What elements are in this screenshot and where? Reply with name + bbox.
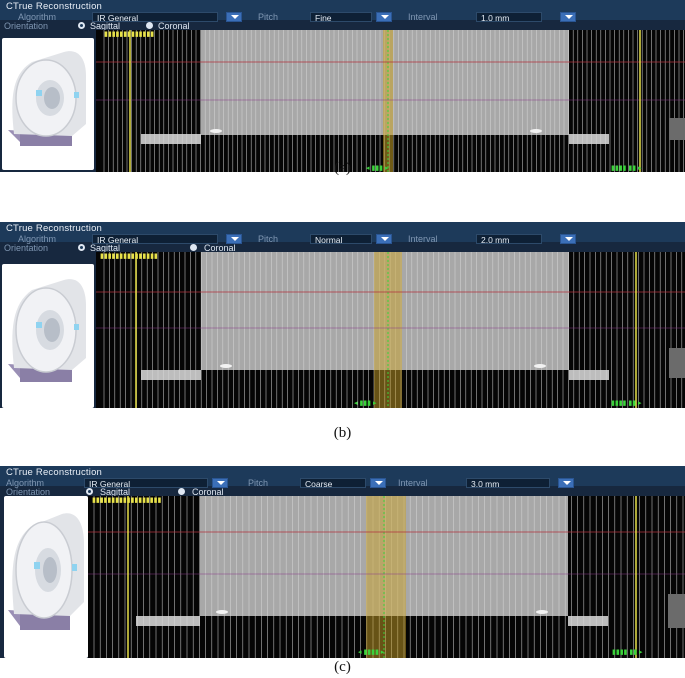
chevron-down-icon[interactable] bbox=[376, 234, 392, 244]
interval-label: Interval bbox=[398, 478, 428, 488]
interval-select[interactable]: 1.0 mm bbox=[476, 12, 542, 23]
caption-b: (b) bbox=[333, 425, 352, 441]
svg-text:▮▮▮▮▮▮▮▮▮▮▮▮▮: ▮▮▮▮▮▮▮▮▮▮▮▮▮ bbox=[104, 31, 154, 38]
chevron-down-icon[interactable] bbox=[370, 478, 386, 488]
pitch-select[interactable]: Coarse bbox=[300, 478, 366, 489]
sagittal-view[interactable]: ▮▮▮▮▮▮▮▮▮▮▮▮▮▮▮ ◂ ▮▮▮ ▸ ▮▮▮▮ ▮▮ ▸ bbox=[96, 252, 685, 408]
svg-text:▮▮▮▮▮▮▮▮▮▮▮▮▮▮▮▮▮▮: ▮▮▮▮▮▮▮▮▮▮▮▮▮▮▮▮▮▮ bbox=[92, 497, 161, 504]
sagittal-radio[interactable] bbox=[78, 22, 85, 29]
chevron-down-icon[interactable] bbox=[558, 478, 574, 488]
interval-value: 1.0 mm bbox=[481, 13, 510, 23]
interval-value: 2.0 mm bbox=[481, 235, 510, 245]
pitch-select[interactable]: Normal bbox=[310, 234, 372, 245]
pitch-select[interactable]: Fine bbox=[310, 12, 372, 23]
coronal-radio[interactable] bbox=[178, 488, 185, 495]
ct-gantry-icon bbox=[2, 264, 94, 408]
panel-title: CTrue Reconstruction bbox=[6, 1, 103, 12]
caption-a: (a) bbox=[334, 160, 351, 176]
panel-title: CTrue Reconstruction bbox=[6, 223, 103, 234]
pitch-label: Pitch bbox=[258, 234, 279, 244]
chevron-down-icon[interactable] bbox=[560, 12, 576, 22]
pitch-label: Pitch bbox=[248, 478, 269, 488]
svg-text:▮▮▮▮ ▮▮ ▸: ▮▮▮▮ ▮▮ ▸ bbox=[612, 649, 643, 656]
sagittal-radio[interactable] bbox=[86, 488, 93, 495]
pitch-value: Fine bbox=[315, 13, 332, 23]
orientation-label: Orientation bbox=[4, 21, 49, 31]
pitch-value: Normal bbox=[315, 235, 343, 245]
caption-c: (c) bbox=[334, 659, 351, 675]
chevron-down-icon[interactable] bbox=[560, 234, 576, 244]
pitch-value: Coarse bbox=[305, 479, 333, 489]
interval-label: Interval bbox=[408, 234, 438, 244]
svg-text:▮▮▮▮▮▮▮▮▮▮▮▮▮▮▮: ▮▮▮▮▮▮▮▮▮▮▮▮▮▮▮ bbox=[100, 253, 158, 260]
interval-value: 3.0 mm bbox=[471, 479, 500, 489]
chevron-down-icon[interactable] bbox=[226, 12, 242, 22]
ct-gantry-icon bbox=[2, 38, 94, 170]
interval-label: Interval bbox=[408, 12, 438, 22]
ct-gantry-icon bbox=[4, 496, 88, 658]
reconstruction-panel-b: CTrue Reconstruction Algorithm IR Genera… bbox=[0, 222, 685, 408]
sagittal-view[interactable]: ▮▮▮▮▮▮▮▮▮▮▮▮▮ ◂ ▮▮▮ ▸ ▮▮▮▮ ▮▮ ▸ bbox=[96, 30, 685, 172]
chevron-down-icon[interactable] bbox=[376, 12, 392, 22]
sagittal-view[interactable]: ▮▮▮▮▮▮▮▮▮▮▮▮▮▮▮▮▮▮ ◂ ▮▮▮▮ ▸ ▮▮▮▮ ▮▮ ▸ bbox=[88, 496, 685, 658]
panel-title: CTrue Reconstruction bbox=[6, 467, 103, 478]
sagittal-radio[interactable] bbox=[78, 244, 85, 251]
interval-select[interactable]: 3.0 mm bbox=[466, 478, 550, 489]
orientation-label: Orientation bbox=[4, 243, 49, 253]
svg-text:▮▮▮▮ ▮▮ ▸: ▮▮▮▮ ▮▮ ▸ bbox=[611, 400, 642, 407]
slice-plot-b: ▮▮▮▮▮▮▮▮▮▮▮▮▮▮▮ ◂ ▮▮▮ ▸ ▮▮▮▮ ▮▮ ▸ bbox=[96, 252, 685, 408]
svg-text:◂ ▮▮▮ ▸: ◂ ▮▮▮ ▸ bbox=[354, 400, 377, 407]
interval-select[interactable]: 2.0 mm bbox=[476, 234, 542, 245]
reconstruction-panel-a: CTrue Reconstruction Algorithm IR Genera… bbox=[0, 0, 685, 172]
reconstruction-panel-c: CTrue Reconstruction Algorithm IR Genera… bbox=[0, 466, 685, 658]
coronal-radio[interactable] bbox=[146, 22, 153, 29]
svg-text:◂ ▮▮▮▮ ▸: ◂ ▮▮▮▮ ▸ bbox=[358, 649, 385, 656]
pitch-label: Pitch bbox=[258, 12, 279, 22]
coronal-radio[interactable] bbox=[190, 244, 197, 251]
slice-plot-c: ▮▮▮▮▮▮▮▮▮▮▮▮▮▮▮▮▮▮ ◂ ▮▮▮▮ ▸ ▮▮▮▮ ▮▮ ▸ bbox=[88, 496, 685, 658]
slice-plot-a: ▮▮▮▮▮▮▮▮▮▮▮▮▮ ◂ ▮▮▮ ▸ ▮▮▮▮ ▮▮ ▸ bbox=[96, 30, 685, 172]
